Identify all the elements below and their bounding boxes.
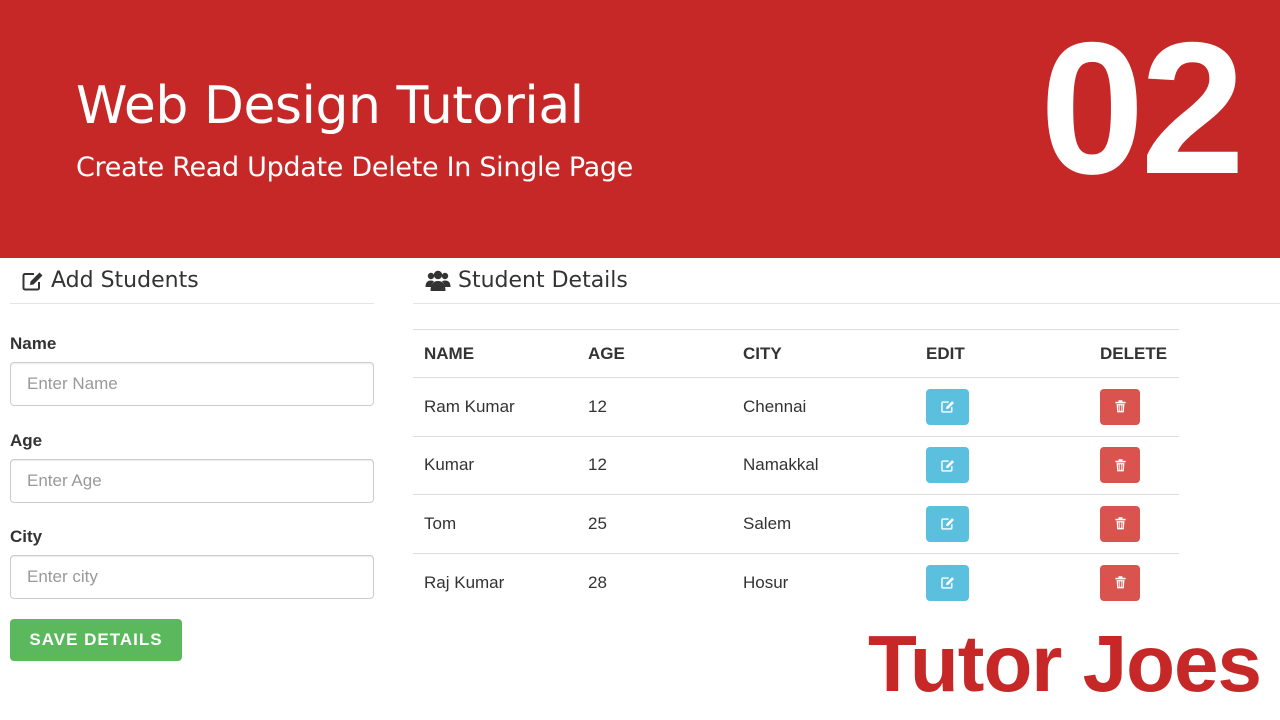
cell-age: 12 (577, 377, 732, 437)
column-header-city: CITY (732, 329, 915, 378)
city-input[interactable] (10, 555, 374, 599)
brand-logo-text: Tutor Joes (868, 619, 1262, 708)
cell-delete (1089, 436, 1179, 495)
add-students-title: Add Students (51, 268, 199, 293)
edit-button[interactable] (926, 505, 969, 542)
cell-city: Hosur (743, 572, 789, 592)
column-header-edit: EDIT (915, 329, 1089, 378)
delete-button[interactable] (1100, 447, 1140, 484)
banner-subtitle: Create Read Update Delete In Single Page (76, 152, 633, 183)
trash-icon (1114, 576, 1126, 589)
cell-name: Ram Kumar (413, 377, 577, 437)
trash-icon (1114, 458, 1126, 472)
cell-city: Salem (732, 494, 915, 554)
cell-city: Chennai (732, 377, 915, 437)
column-header-age: AGE (577, 329, 732, 378)
cell-edit (915, 377, 1089, 437)
edit-button[interactable] (926, 447, 969, 484)
edit-icon (940, 400, 955, 413)
table-row: Kumar 12 Namakkal (413, 436, 1179, 495)
table-body: Ram Kumar 12 Chennai Kumar 12 Namakkal Tom 25 Sa… (413, 377, 1179, 612)
table-row: Raj Kumar 28 Hosur (413, 553, 1179, 612)
age-input[interactable] (10, 459, 374, 503)
cell-age: 12 (577, 436, 732, 495)
cell-delete (1089, 553, 1179, 612)
column-header-name: NAME (413, 329, 577, 378)
cell-edit (915, 553, 1089, 612)
episode-number: 02 (1040, 3, 1245, 213)
cell-name: Raj Kumar (424, 572, 505, 592)
column-header-delete: DELETE (1089, 329, 1179, 378)
cell-name: Kumar (413, 436, 577, 495)
banner-title: Web Design Tutorial (76, 76, 584, 136)
add-students-header: Add Students (10, 258, 374, 304)
table-row: Ram Kumar 12 Chennai (413, 377, 1179, 437)
cell-age: 28 (588, 572, 607, 592)
cell-edit (915, 494, 1089, 554)
age-label: Age (10, 431, 43, 450)
table-row: Tom 25 Salem (413, 494, 1179, 554)
edit-icon (940, 459, 955, 472)
cell-name: Tom (413, 494, 577, 554)
edit-icon (940, 517, 955, 530)
save-details-button[interactable]: SAVE DETAILS (10, 619, 182, 661)
edit-button[interactable] (926, 564, 969, 601)
cell-edit (915, 436, 1089, 495)
cell-delete (1089, 377, 1179, 437)
student-details-header: Student Details (413, 258, 1280, 304)
header-banner: Web Design Tutorial Create Read Update D… (0, 0, 1280, 258)
edit-button[interactable] (926, 388, 969, 425)
cell-delete (1089, 494, 1179, 554)
student-table: NAME AGE CITY EDIT DELETE Ram Kumar 12 Che… (413, 329, 1179, 612)
delete-button[interactable] (1100, 388, 1140, 425)
users-icon (425, 270, 451, 292)
name-input[interactable] (10, 362, 374, 406)
table-header-row: NAME AGE CITY EDIT DELETE (413, 329, 1179, 378)
cell-city: Namakkal (732, 436, 915, 495)
cell-age: 25 (577, 494, 732, 554)
name-label: Name (10, 334, 57, 353)
city-label: City (10, 527, 43, 546)
edit-icon (940, 576, 955, 589)
trash-icon (1114, 400, 1126, 413)
trash-icon (1114, 517, 1126, 530)
student-details-title: Student Details (458, 268, 628, 293)
delete-button[interactable] (1100, 564, 1140, 601)
delete-button[interactable] (1100, 505, 1140, 542)
edit-icon (22, 271, 44, 291)
